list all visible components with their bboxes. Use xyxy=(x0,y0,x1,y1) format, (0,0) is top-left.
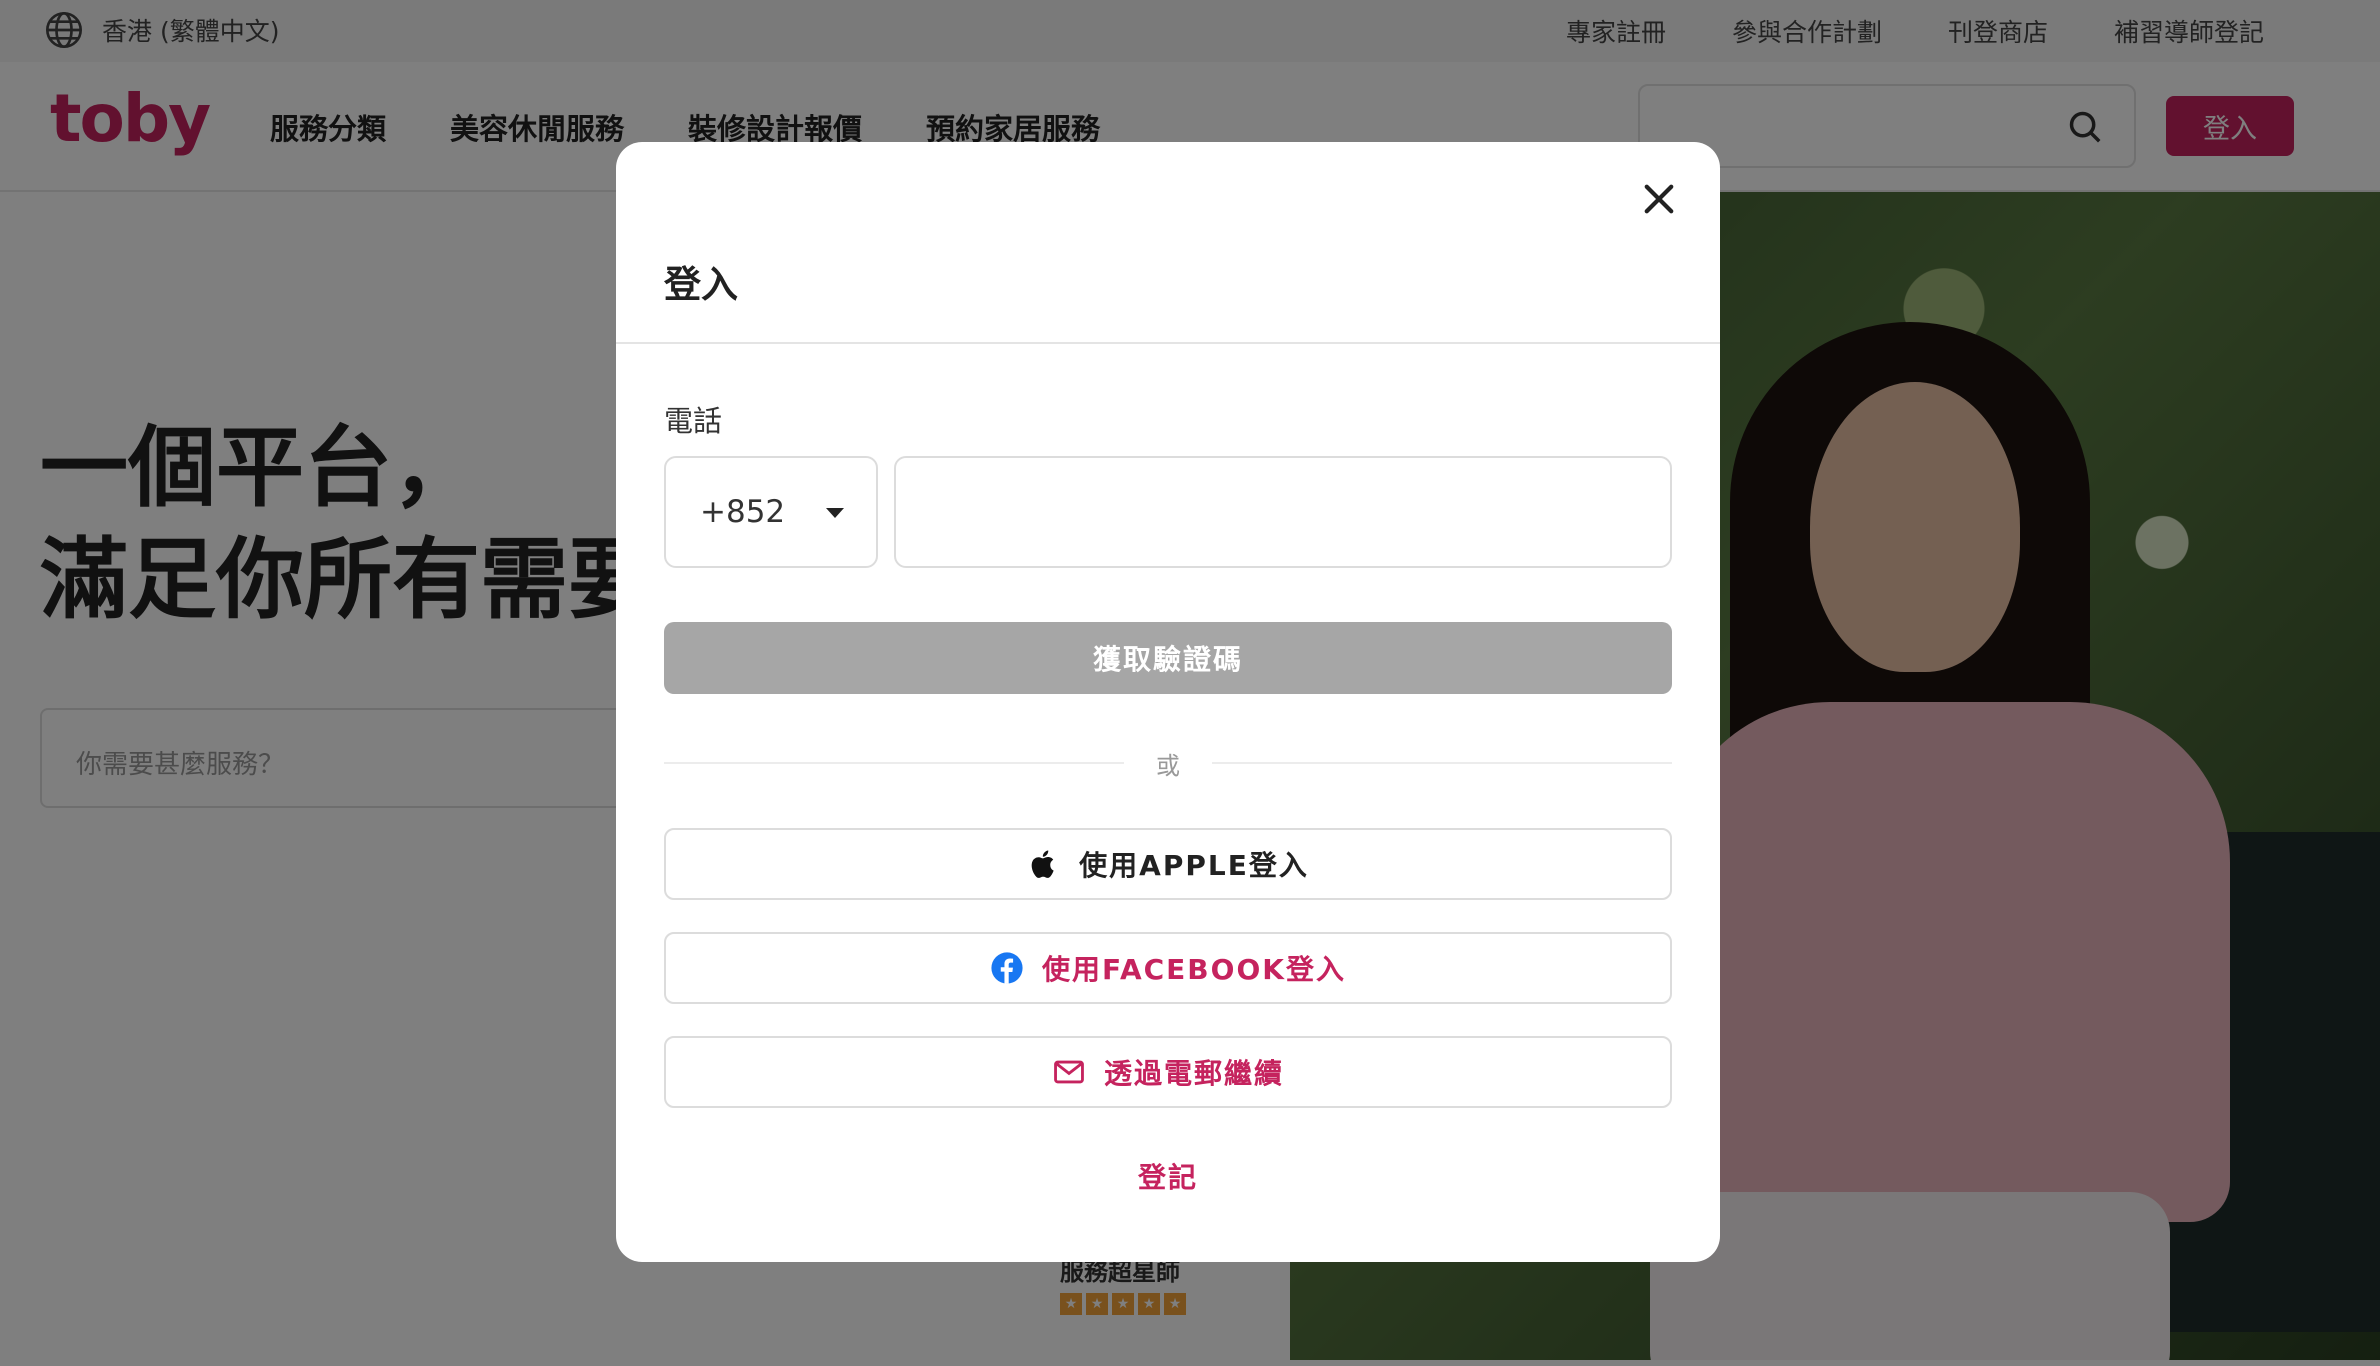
modal-divider xyxy=(616,342,1720,344)
facebook-login-button[interactable]: 使用FACEBOOK登入 xyxy=(664,932,1672,1004)
email-continue-button[interactable]: 透過電郵繼續 xyxy=(664,1036,1672,1108)
modal-title: 登入 xyxy=(664,263,738,306)
email-continue-label: 透過電郵繼續 xyxy=(1103,1057,1284,1090)
facebook-icon xyxy=(991,952,1023,984)
apple-login-button[interactable]: 使用APPLE登入 xyxy=(664,828,1672,900)
phone-number-input[interactable] xyxy=(894,456,1672,568)
mail-icon xyxy=(1054,1060,1084,1084)
or-divider-right xyxy=(1212,762,1672,764)
chevron-down-icon xyxy=(826,508,844,518)
phone-label: 電話 xyxy=(664,404,723,438)
get-verification-code-button[interactable]: 獲取驗證碼 xyxy=(664,622,1672,694)
apple-login-label: 使用APPLE登入 xyxy=(1079,849,1309,882)
apple-icon xyxy=(1031,850,1054,878)
country-code-select[interactable]: +852 xyxy=(664,456,878,568)
close-icon[interactable] xyxy=(1638,178,1680,220)
login-modal: 登入 電話 +852 獲取驗證碼 或 使用APPLE登入 使用FACEBOOK登… xyxy=(616,142,1720,1262)
register-link[interactable]: 登記 xyxy=(616,1156,1720,1196)
or-text: 或 xyxy=(1156,752,1180,780)
facebook-login-label: 使用FACEBOOK登入 xyxy=(1042,953,1346,986)
or-divider-left xyxy=(664,762,1124,764)
country-code-value: +852 xyxy=(700,494,786,530)
